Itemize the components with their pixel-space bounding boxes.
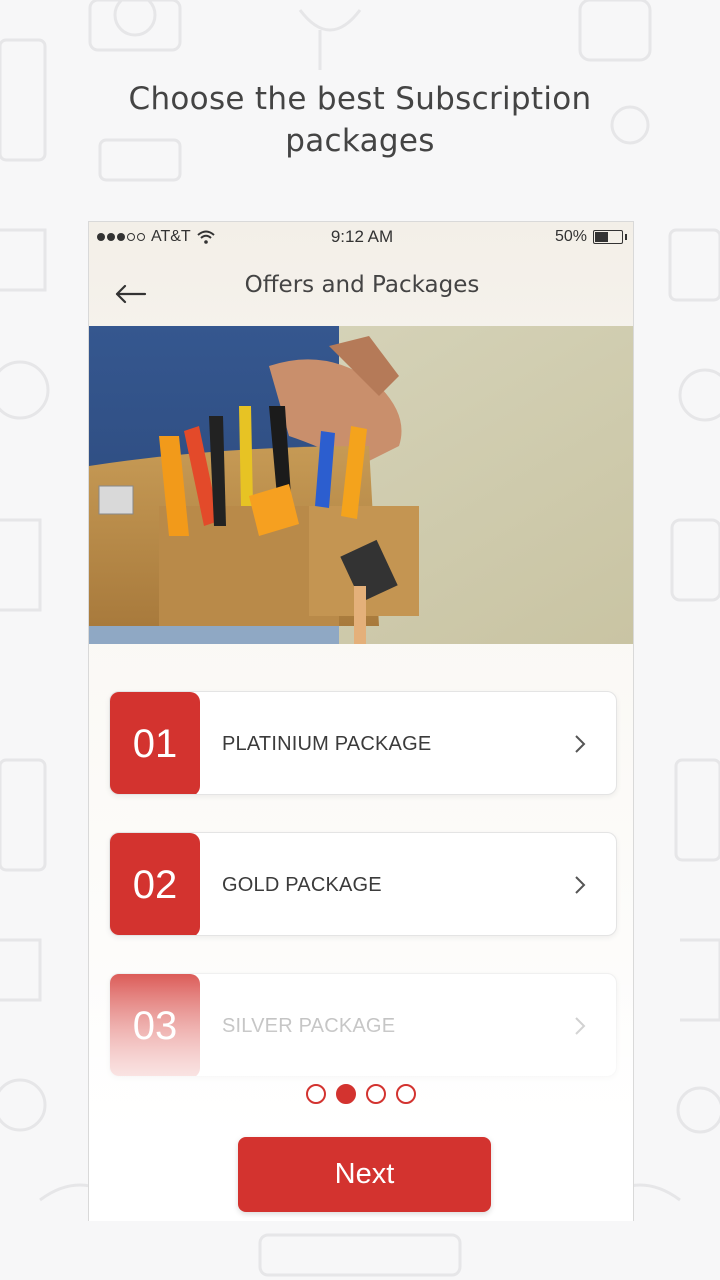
- page-dot[interactable]: [396, 1084, 416, 1104]
- package-card[interactable]: 02 GOLD PACKAGE: [109, 832, 617, 936]
- page-dot[interactable]: [306, 1084, 326, 1104]
- nav-bar: Offers and Packages: [89, 262, 633, 324]
- status-time: 9:12 AM: [330, 227, 394, 246]
- status-bar: AT&T 9:12 AM 50%: [89, 222, 633, 252]
- headline-line-2: packages: [285, 123, 435, 159]
- page-dot-active[interactable]: [336, 1084, 356, 1104]
- headline-line-1: Choose the best Subscription: [128, 81, 592, 117]
- hero-image: [89, 326, 633, 644]
- nav-title: Offers and Packages: [244, 272, 480, 298]
- battery-percent: 50%: [554, 228, 587, 245]
- next-button[interactable]: Next: [238, 1137, 491, 1212]
- chevron-right-icon: [575, 735, 586, 753]
- battery-status: 50%: [555, 228, 627, 246]
- package-label: PLATINIUM PACKAGE: [222, 733, 432, 755]
- package-label: SILVER PACKAGE: [222, 1015, 396, 1037]
- chevron-right-icon: [575, 1017, 586, 1035]
- page-indicator: [89, 1084, 633, 1104]
- page-dot[interactable]: [366, 1084, 386, 1104]
- battery-icon: [593, 230, 623, 244]
- package-card[interactable]: 03 SILVER PACKAGE: [109, 973, 617, 1077]
- package-number: 01: [110, 692, 200, 794]
- package-label: GOLD PACKAGE: [222, 874, 382, 896]
- package-number: 02: [110, 833, 200, 935]
- page-headline: Choose the best Subscription packages: [60, 78, 660, 162]
- tool-belt-photo: [89, 326, 633, 644]
- package-card[interactable]: 01 PLATINIUM PACKAGE: [109, 691, 617, 795]
- phone-mockup: AT&T 9:12 AM 50% Offers and Packages 01 …: [88, 221, 634, 1221]
- package-number: 03: [110, 974, 200, 1076]
- chevron-right-icon: [575, 876, 586, 894]
